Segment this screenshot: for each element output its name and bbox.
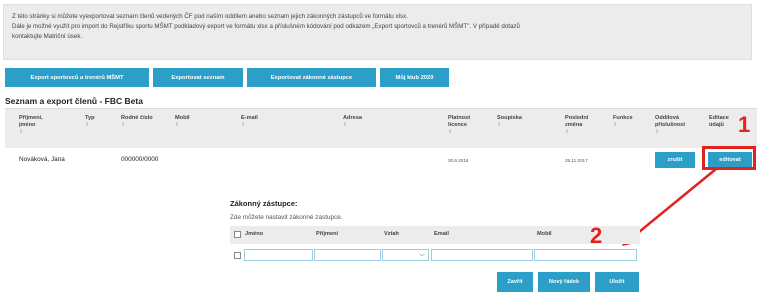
first-name-input[interactable] — [244, 249, 313, 261]
export-toolbar: Export sportovců a trenérů MŠMT Exportov… — [5, 68, 449, 87]
remove-button[interactable]: zrušit — [655, 152, 695, 168]
edit-highlight-frame — [702, 146, 756, 170]
column-header-email[interactable]: E-mail ⇕ — [241, 115, 258, 129]
sort-icon: ⇕ — [175, 122, 180, 128]
info-line-2: Dále je možné využít pro import do Rejst… — [12, 23, 520, 30]
close-button[interactable]: Zavřít — [497, 272, 533, 292]
save-button[interactable]: Uložit — [595, 272, 639, 292]
sort-icon: ⇕ — [497, 122, 502, 128]
export-msmt-button[interactable]: Export sportovců a trenérů MŠMT — [5, 68, 149, 87]
select-all-checkbox[interactable] — [234, 231, 241, 238]
column-header-relation: Vztah — [384, 231, 399, 237]
column-header-address[interactable]: Adresa ⇕ — [343, 115, 362, 129]
column-header-first-name: Jméno — [245, 231, 264, 237]
guardian-panel: Zákonný zástupce: Zde můžete nastavit zá… — [227, 190, 645, 302]
sort-icon: ⇕ — [343, 122, 348, 128]
column-header-separate-membership[interactable]: Oddílová příslušnost ⇕ — [655, 115, 699, 136]
info-line-1: Z této stránky si můžete vyexportovat se… — [12, 13, 408, 20]
relation-select[interactable]: ﹀ — [382, 249, 429, 261]
export-guardians-button[interactable]: Exportovat zákonné zástupce — [247, 68, 376, 87]
member-last-change: 25.11.2017 — [565, 158, 588, 163]
sort-icon: ⇕ — [121, 122, 126, 128]
guardian-table-header: Jméno Příjmení Vztah Email Mobil — [230, 226, 640, 244]
mobile-field[interactable] — [534, 249, 637, 261]
column-header-roster[interactable]: Soupiska ⇕ — [497, 115, 522, 129]
column-header-name[interactable]: Příjmení, jméno ⇕ — [19, 115, 59, 136]
guardian-subtitle: Zde můžete nastavit zákonné zastupce. — [230, 214, 343, 221]
info-box: Z této stránky si můžete vyexportovat se… — [3, 4, 752, 60]
member-name: Nováková, Jana — [19, 156, 65, 163]
column-header-license-valid[interactable]: Platnost licence ⇕ — [448, 115, 478, 136]
info-line-3: kontaktujte Matriční úsek. — [12, 33, 83, 40]
sort-icon: ⇕ — [655, 129, 660, 135]
members-table-header: Příjmení, jméno ⇕ Typ ⇕ Rodné číslo ⇕ Mobil… — [5, 108, 757, 148]
row-checkbox[interactable] — [234, 252, 241, 259]
column-header-type[interactable]: Typ ⇕ — [85, 115, 95, 129]
column-header-birth-number[interactable]: Rodné číslo ⇕ — [121, 115, 153, 129]
chevron-down-icon: ﹀ — [418, 255, 425, 261]
member-license-valid: 30.6.2018 — [448, 158, 469, 163]
last-name-input[interactable] — [314, 249, 381, 261]
column-header-mobile[interactable]: Mobil ⇕ — [175, 115, 190, 129]
table-row: Nováková, Jana 000000/0000 30.6.2018 25.… — [5, 150, 757, 170]
step-marker-2: 2 — [590, 223, 603, 248]
new-row-button[interactable]: Nový řádek — [538, 272, 590, 292]
guardian-actions: Zavřít Nový řádek Uložit — [497, 272, 639, 292]
sort-icon: ⇕ — [448, 129, 453, 135]
column-header-function[interactable]: Funkce ⇕ — [613, 115, 633, 129]
column-header-last-change[interactable]: Poslední změna ⇕ — [565, 115, 597, 136]
page-title: Seznam a export členů - FBC Beta — [5, 96, 143, 106]
column-header-email: Email — [434, 231, 449, 237]
sort-icon: ⇕ — [613, 122, 618, 128]
column-header-last-name: Příjmení — [316, 231, 339, 237]
email-field[interactable] — [431, 249, 533, 261]
export-list-button[interactable]: Exportovat seznam — [153, 68, 243, 87]
sort-icon: ⇕ — [19, 129, 24, 135]
sort-icon: ⇕ — [85, 122, 90, 128]
my-club-button[interactable]: Můj klub 2020 — [380, 68, 449, 87]
step-marker-1: 1 — [738, 112, 751, 137]
member-birth-number: 000000/0000 — [121, 156, 159, 163]
guardian-title: Zákonný zástupce: — [230, 199, 298, 208]
sort-icon: ⇕ — [241, 122, 246, 128]
sort-icon: ⇕ — [565, 129, 570, 135]
column-header-mobile: Mobil — [537, 231, 552, 237]
